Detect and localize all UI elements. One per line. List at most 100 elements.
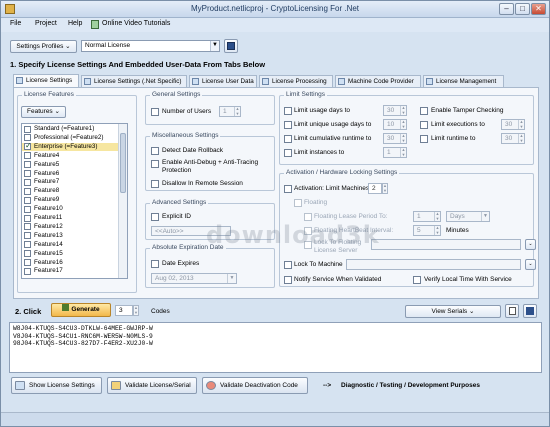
- spinner-icon[interactable]: ▲ ▼: [400, 119, 406, 129]
- feature-checkbox[interactable]: [24, 250, 31, 258]
- feature-list-item[interactable]: Professional (=Feature2): [22, 134, 118, 143]
- number-of-users-checkbox[interactable]: [151, 108, 159, 116]
- spinner-icon[interactable]: ▲ ▼: [400, 133, 406, 143]
- feature-list-item[interactable]: Feature8: [22, 187, 118, 196]
- list-scrollbar[interactable]: [118, 124, 127, 278]
- feature-checkbox[interactable]: [24, 142, 32, 151]
- menu-online-video-tutorials[interactable]: Online Video Tutorials: [102, 20, 170, 27]
- disallow-remote-checkbox[interactable]: [151, 180, 159, 188]
- maximize-button[interactable]: □: [515, 3, 530, 15]
- spinner-icon[interactable]: ▲ ▼: [518, 133, 524, 143]
- tab-license-processing[interactable]: License Processing: [259, 75, 333, 87]
- feature-list-item[interactable]: Feature13: [22, 232, 118, 241]
- notify-service-checkbox[interactable]: [284, 276, 292, 284]
- generate-button[interactable]: Generate: [51, 303, 111, 317]
- feature-checkbox[interactable]: [24, 241, 31, 249]
- limit-runtime-checkbox[interactable]: [420, 135, 428, 143]
- feature-list-item[interactable]: Feature10: [22, 205, 118, 214]
- limit-cumulative-input[interactable]: 30 ▲ ▼: [383, 133, 407, 144]
- feature-checkbox[interactable]: [24, 161, 31, 169]
- feature-list-item[interactable]: Feature9: [22, 196, 118, 205]
- feature-list-item[interactable]: Feature4: [22, 152, 118, 161]
- copy-serials-button[interactable]: [505, 304, 519, 318]
- serials-textbox[interactable]: W8J04-KTUQS-S4CU3-DTKLW-64MEE-GWJRP-W V8…: [9, 322, 542, 373]
- tab-license-user-data[interactable]: License User Data: [189, 75, 257, 87]
- spinner-icon[interactable]: ▲ ▼: [518, 119, 524, 129]
- feature-checkbox[interactable]: [24, 125, 31, 133]
- feature-checkbox[interactable]: [24, 178, 31, 186]
- tab-license-settings[interactable]: License Settings: [13, 74, 79, 87]
- feature-list-item[interactable]: Feature7: [22, 178, 118, 187]
- feature-list-item[interactable]: Standard (=Feature1): [22, 125, 118, 134]
- profile-select[interactable]: Normal License ▼: [81, 40, 220, 52]
- floating-lease-unit-select[interactable]: Days ▼: [446, 211, 490, 222]
- show-license-settings-button[interactable]: Show License Settings: [11, 377, 102, 394]
- detect-date-rollback-checkbox[interactable]: [151, 147, 159, 155]
- lock-to-machine-checkbox[interactable]: [284, 261, 292, 269]
- dropdown-arrow-icon[interactable]: ▼: [481, 212, 489, 221]
- limit-unique-days-checkbox[interactable]: [284, 121, 292, 129]
- feature-checkbox[interactable]: [24, 152, 31, 160]
- feature-checkbox[interactable]: [24, 205, 31, 213]
- verify-local-time-checkbox[interactable]: [413, 276, 421, 284]
- limit-executions-input[interactable]: 30 ▲ ▼: [501, 119, 525, 130]
- feature-list-item[interactable]: Feature6: [22, 170, 118, 179]
- activation-limit-checkbox[interactable]: [284, 185, 292, 193]
- scrollbar-thumb[interactable]: [120, 133, 126, 193]
- minimize-button[interactable]: –: [499, 3, 514, 15]
- view-serials-button[interactable]: View Serials ⌄: [405, 305, 501, 318]
- tab-license-settings-net[interactable]: License Settings (.Net Specific): [81, 75, 187, 87]
- explicit-id-checkbox[interactable]: [151, 213, 159, 221]
- spinner-icon[interactable]: ▲ ▼: [400, 105, 406, 115]
- activation-limit-input[interactable]: 2: [368, 183, 382, 194]
- lock-machine-dropdown-button[interactable]: ⌄: [525, 259, 536, 270]
- close-button[interactable]: ✕: [531, 3, 546, 15]
- limit-instances-input[interactable]: 1 ▲ ▼: [383, 147, 407, 158]
- save-serials-button[interactable]: [523, 304, 537, 318]
- menu-project[interactable]: Project: [35, 20, 57, 27]
- tab-license-management[interactable]: License Management: [423, 75, 504, 87]
- spinner-icon[interactable]: ▲ ▼: [382, 183, 388, 194]
- limit-runtime-input[interactable]: 30 ▲ ▼: [501, 133, 525, 144]
- feature-list-item[interactable]: Feature17: [22, 267, 118, 276]
- tamper-checking-checkbox[interactable]: [420, 107, 428, 115]
- feature-list-item[interactable]: Feature16: [22, 259, 118, 268]
- feature-checkbox[interactable]: [24, 259, 31, 266]
- floating-lease-input[interactable]: 1 ▲ ▼: [413, 211, 441, 222]
- dropdown-arrow-icon[interactable]: ▼: [227, 274, 236, 283]
- spinner-icon[interactable]: ▲ ▼: [234, 106, 240, 116]
- feature-list-item[interactable]: Feature11: [22, 214, 118, 223]
- menu-help[interactable]: Help: [68, 20, 82, 27]
- limit-usage-days-input[interactable]: 30 ▲ ▼: [383, 105, 407, 116]
- features-button[interactable]: Features ⌄: [21, 106, 66, 118]
- tab-machine-code-provider[interactable]: Machine Code Provider: [335, 75, 421, 87]
- spinner-icon[interactable]: ▲ ▼: [434, 225, 440, 235]
- validate-license-button[interactable]: Validate License/Serial: [107, 377, 197, 394]
- code-count-input[interactable]: 3: [115, 305, 133, 316]
- lock-floating-dropdown-button[interactable]: ⌄: [525, 239, 536, 250]
- floating-heartbeat-input[interactable]: 5 ▲ ▼: [413, 225, 441, 236]
- feature-checkbox[interactable]: [24, 187, 31, 195]
- feature-checkbox[interactable]: [24, 196, 31, 204]
- number-of-users-input[interactable]: 1 ▲ ▼: [219, 106, 241, 117]
- settings-profiles-button[interactable]: Settings Profiles ⌄: [10, 40, 77, 53]
- anti-debug-checkbox[interactable]: [151, 160, 159, 168]
- feature-checkbox[interactable]: [24, 170, 31, 177]
- spinner-icon[interactable]: ▲ ▼: [133, 305, 139, 316]
- limit-unique-days-input[interactable]: 10 ▲ ▼: [383, 119, 407, 130]
- limit-executions-checkbox[interactable]: [420, 121, 428, 129]
- date-expires-checkbox[interactable]: [151, 260, 159, 268]
- limit-usage-days-checkbox[interactable]: [284, 107, 292, 115]
- floating-checkbox[interactable]: [294, 199, 302, 207]
- feature-checkbox[interactable]: [24, 214, 31, 222]
- expiration-date-picker[interactable]: Aug 02, 2013 ▼: [151, 273, 237, 284]
- limit-instances-checkbox[interactable]: [284, 149, 292, 157]
- feature-list-item[interactable]: Feature12: [22, 223, 118, 232]
- spinner-icon[interactable]: ▲ ▼: [400, 147, 406, 157]
- lock-to-machine-input[interactable]: [346, 259, 521, 270]
- feature-list-item[interactable]: Feature5: [22, 161, 118, 170]
- floating-lease-checkbox[interactable]: [304, 213, 312, 221]
- validate-deactivation-button[interactable]: Validate Deactivation Code: [202, 377, 308, 394]
- spinner-icon[interactable]: ▲ ▼: [434, 211, 440, 221]
- limit-cumulative-checkbox[interactable]: [284, 135, 292, 143]
